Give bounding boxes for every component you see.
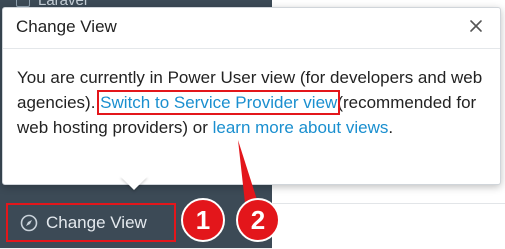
popover-header: Change View xyxy=(3,8,500,49)
laravel-icon xyxy=(16,0,30,7)
learn-more-link[interactable]: learn more about views xyxy=(213,118,389,137)
annotation-badge-2: 2 xyxy=(236,198,280,242)
close-button[interactable] xyxy=(466,16,486,36)
popover-body: You are currently in Power User view (fo… xyxy=(17,65,487,140)
body-suffix: . xyxy=(388,118,394,137)
footer-bar xyxy=(272,203,505,249)
switch-service-provider-link[interactable]: Switch to Service Provider view xyxy=(97,90,341,115)
change-view-popover: Change View You are currently in Power U… xyxy=(2,7,501,185)
change-view-label: Change View xyxy=(46,212,147,232)
popover-title: Change View xyxy=(16,17,117,36)
close-icon xyxy=(470,20,482,32)
change-view-button[interactable]: Change View xyxy=(6,203,176,242)
popover-pointer xyxy=(120,176,148,190)
annotation-badge-1: 1 xyxy=(181,198,225,242)
compass-icon xyxy=(20,214,38,231)
